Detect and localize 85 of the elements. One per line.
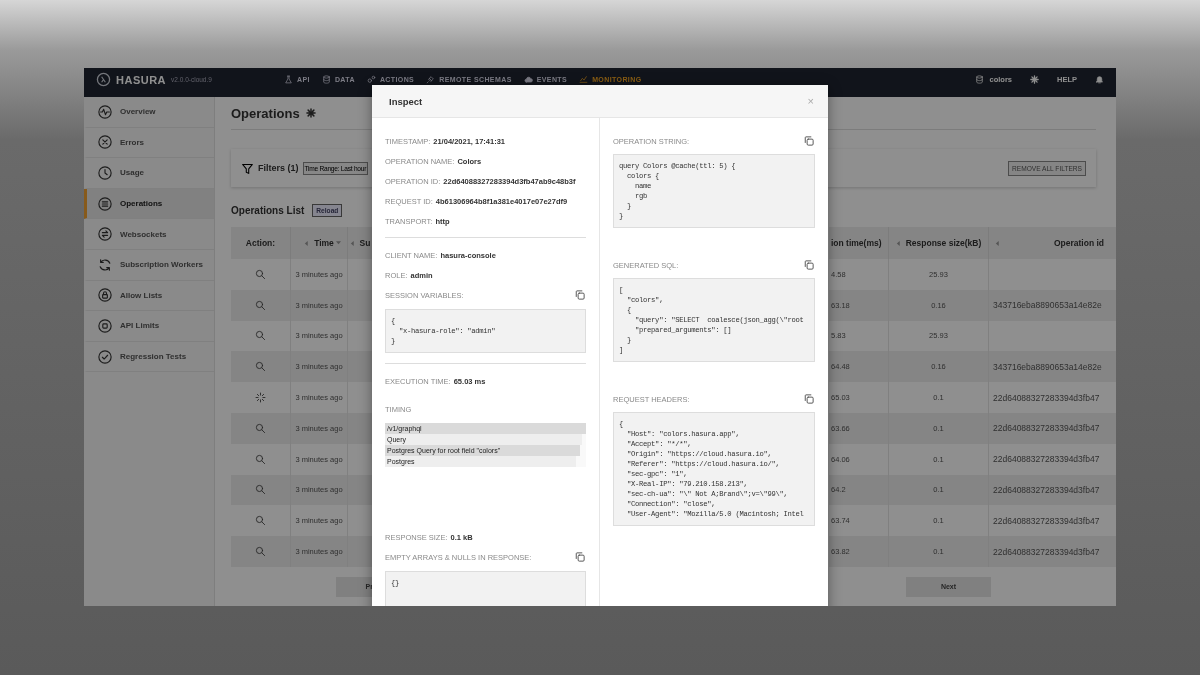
sidebar-item[interactable]: Subscription Workers — [84, 249, 214, 281]
column-header[interactable]: Action: — [231, 227, 291, 259]
refresh-icon — [98, 257, 112, 272]
list-title: Operations List — [231, 205, 305, 216]
sidebar-item[interactable]: Operations — [84, 188, 214, 220]
copy-button[interactable] — [803, 393, 815, 405]
table-cell: 22d64088327283394d3fb47 — [989, 536, 1116, 567]
table-cell: 22d64088327283394d3fb47 — [989, 413, 1116, 444]
inspect-button[interactable] — [255, 484, 266, 496]
column-header[interactable]: Response size(kB) — [889, 227, 989, 259]
sidebar-item[interactable]: API Limits — [84, 311, 214, 342]
logo-icon — [96, 72, 111, 87]
copy-button[interactable] — [574, 551, 586, 563]
copy-icon — [574, 289, 586, 301]
gears-icon — [366, 75, 376, 84]
sidebar-item[interactable]: Websockets — [84, 219, 214, 250]
table-cell: 22d64088327283394d3fb47 — [989, 474, 1116, 506]
list-icon — [98, 196, 112, 211]
inspect-button[interactable] — [255, 392, 266, 404]
search-icon — [255, 422, 266, 434]
caret-left-icon[interactable] — [995, 240, 1000, 246]
search-icon — [255, 515, 266, 527]
table-cell: 22d64088327283394d3fb47 — [989, 443, 1116, 475]
inspect-button[interactable] — [255, 268, 266, 280]
filters-label: Filters (1) — [258, 163, 299, 173]
inspect-button[interactable] — [255, 515, 266, 527]
copy-button[interactable] — [803, 135, 815, 147]
lock-icon — [98, 288, 112, 303]
search-icon — [255, 330, 266, 342]
table-cell: 343716eba8890653a14e82e — [989, 289, 1116, 321]
inspect-button[interactable] — [255, 361, 266, 373]
pulse-icon — [98, 104, 112, 119]
bell-icon — [1095, 75, 1104, 84]
copy-button[interactable] — [803, 259, 815, 271]
column-header[interactable]: Operation id — [989, 227, 1116, 259]
sidebar-item[interactable]: Overview — [84, 97, 214, 128]
table-cell: 343716eba8890653a14e82e — [989, 351, 1116, 383]
table-cell — [348, 536, 373, 567]
search-icon — [255, 484, 266, 496]
table-cell — [348, 351, 373, 383]
search-icon — [255, 361, 266, 373]
dialog-title: Inspect — [389, 95, 423, 107]
table-cell: 22d64088327283394d3fb47 — [989, 382, 1116, 413]
brand-name: HASURA — [116, 73, 167, 86]
copy-icon — [803, 135, 815, 147]
sidebar-item[interactable]: Allow Lists — [84, 280, 214, 312]
inspect-button[interactable] — [255, 546, 266, 558]
search-icon — [255, 453, 266, 465]
close-button[interactable]: × — [807, 95, 814, 107]
settings-icon — [305, 108, 316, 118]
table-cell — [348, 474, 373, 506]
inspect-button[interactable] — [255, 299, 266, 311]
copy-icon — [803, 259, 815, 271]
table-cell — [348, 289, 373, 321]
copy-button[interactable] — [574, 289, 586, 301]
database-icon — [975, 75, 985, 84]
copy-icon — [574, 551, 586, 563]
sidebar-item[interactable]: Usage — [84, 158, 214, 189]
caret-down-icon[interactable] — [336, 240, 341, 245]
spinner-icon — [255, 392, 266, 404]
copy-icon — [803, 393, 815, 405]
swap-icon — [98, 227, 112, 242]
inspect-button[interactable] — [255, 453, 266, 465]
close-circle-icon — [98, 135, 112, 150]
search-icon — [255, 546, 266, 558]
column-header[interactable]: Time — [291, 227, 348, 259]
sidebar-item[interactable]: Errors — [84, 127, 214, 159]
sidebar-item[interactable]: Regression Tests — [84, 341, 214, 373]
table-cell — [348, 413, 373, 444]
flask-icon — [284, 75, 293, 84]
inspect-button[interactable] — [255, 422, 266, 434]
search-icon — [255, 268, 266, 280]
settings-icon — [1030, 75, 1039, 84]
search-icon — [255, 299, 266, 311]
database-icon — [321, 75, 331, 84]
cloud-icon — [523, 75, 533, 84]
column-header[interactable]: Su — [348, 227, 373, 259]
clock-icon — [98, 166, 112, 180]
column-header[interactable]: ion time(ms) — [829, 227, 889, 259]
check-circle-icon — [98, 349, 112, 364]
filter-icon — [241, 161, 254, 175]
page-title: Operations — [231, 105, 300, 121]
plug-icon — [426, 75, 436, 84]
chart-icon — [579, 75, 589, 84]
inspect-button[interactable] — [255, 330, 266, 342]
